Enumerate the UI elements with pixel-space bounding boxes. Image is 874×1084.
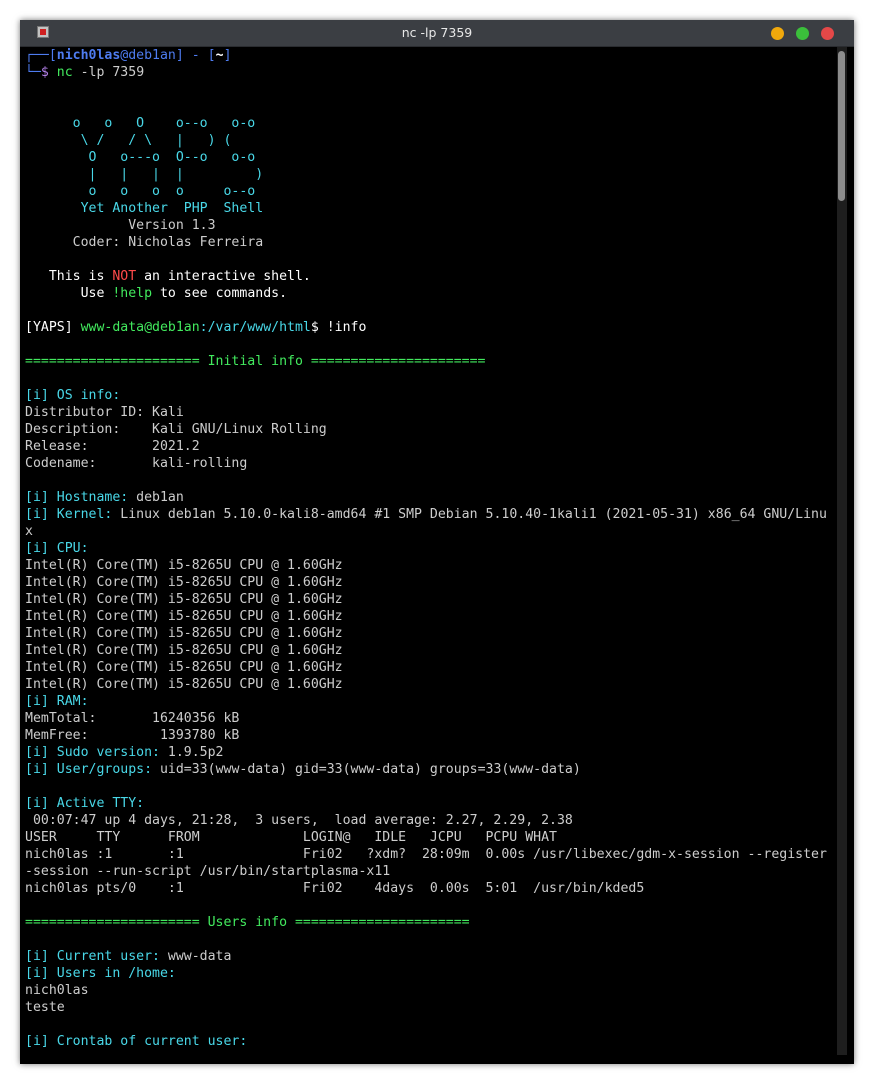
banner-art-line: o o o o o--o <box>25 184 256 199</box>
scrollbar-thumb[interactable] <box>838 51 845 201</box>
initial-info-header: ====================== Initial info ====… <box>25 354 486 369</box>
help-hint: Use !help to see commands. <box>25 286 288 301</box>
banner-title: Yet Another PHP Shell <box>25 201 264 216</box>
groups-line: [i] User/groups: uid=33(www-data) gid=33… <box>25 762 581 777</box>
home-user: nich0las <box>25 983 89 998</box>
cpu-line: Intel(R) Core(TM) i5-8265U CPU @ 1.60GHz <box>25 609 343 624</box>
kernel-line: [i] Kernel: Linux deb1an 5.10.0-kali8-am… <box>25 507 827 522</box>
cpu-line: Intel(R) Core(TM) i5-8265U CPU @ 1.60GHz <box>25 575 343 590</box>
tty-line: 00:07:47 up 4 days, 21:28, 3 users, load… <box>25 813 573 828</box>
tty-line: -session --run-script /usr/bin/startplas… <box>25 864 391 879</box>
kernel-line-wrap: x <box>25 524 33 539</box>
maximize-button[interactable] <box>796 27 809 40</box>
users-info-header: ====================== Users info ======… <box>25 915 470 930</box>
tty-line: nich0las pts/0 :1 Fri02 4days 0.00s 5:01… <box>25 881 645 896</box>
title-bar[interactable]: nc -lp 7359 <box>20 20 854 47</box>
current-user-line: [i] Current user: www-data <box>25 949 232 964</box>
shell-notice: This is NOT an interactive shell. <box>25 269 311 284</box>
yaps-prompt: [YAPS] www-data@deb1an:/var/www/html$ !i… <box>25 320 367 335</box>
sudo-line: [i] Sudo version: 1.9.5p2 <box>25 745 224 760</box>
os-info-line: Release: 2021.2 <box>25 439 200 454</box>
shell-prompt-line-2: └─$ nc -lp 7359 <box>25 65 145 80</box>
ram-line: MemFree: 1393780 kB <box>25 728 240 743</box>
close-button[interactable] <box>821 27 834 40</box>
os-info-line: Codename: kali-rolling <box>25 456 248 471</box>
cpu-label: [i] CPU: <box>25 541 89 556</box>
banner-art-line: \ / / \ | ) ( <box>25 133 232 148</box>
banner-art-line: | | | | ) <box>25 167 264 182</box>
tty-line: nich0las :1 :1 Fri02 ?xdm? 28:09m 0.00s … <box>25 847 827 862</box>
banner-art-line: o o O o--o o-o <box>25 116 256 131</box>
ram-label: [i] RAM: <box>25 694 89 709</box>
cpu-line: Intel(R) Core(TM) i5-8265U CPU @ 1.60GHz <box>25 592 343 607</box>
tty-line: USER TTY FROM LOGIN@ IDLE JCPU PCPU WHAT <box>25 830 557 845</box>
cpu-line: Intel(R) Core(TM) i5-8265U CPU @ 1.60GHz <box>25 626 343 641</box>
os-info-line: Description: Kali GNU/Linux Rolling <box>25 422 327 437</box>
tty-label: [i] Active TTY: <box>25 796 145 811</box>
terminal-window: nc -lp 7359 ┌──[nich0las@deb1an] - [~] └… <box>20 20 854 1064</box>
cpu-line: Intel(R) Core(TM) i5-8265U CPU @ 1.60GHz <box>25 660 343 675</box>
vertical-scrollbar[interactable] <box>837 47 847 1055</box>
minimize-button[interactable] <box>771 27 784 40</box>
banner-art-line: O o---o O--o o-o <box>25 150 256 165</box>
cpu-line: Intel(R) Core(TM) i5-8265U CPU @ 1.60GHz <box>25 677 343 692</box>
terminal-output[interactable]: ┌──[nich0las@deb1an] - [~] └─$ nc -lp 73… <box>25 47 837 1055</box>
banner-version: Version 1.3 <box>25 218 216 233</box>
cpu-line: Intel(R) Core(TM) i5-8265U CPU @ 1.60GHz <box>25 558 343 573</box>
banner-coder: Coder: Nicholas Ferreira <box>25 235 264 250</box>
os-info-line: Distributor ID: Kali <box>25 405 184 420</box>
cpu-line: Intel(R) Core(TM) i5-8265U CPU @ 1.60GHz <box>25 643 343 658</box>
os-info-label: [i] OS info: <box>25 388 121 403</box>
home-users-label: [i] Users in /home: <box>25 966 176 981</box>
window-title: nc -lp 7359 <box>401 25 473 40</box>
crontab-label: [i] Crontab of current user: <box>25 1034 248 1049</box>
ram-line: MemTotal: 16240356 kB <box>25 711 240 726</box>
shell-prompt-line-1: ┌──[nich0las@deb1an] - [~] <box>25 48 232 63</box>
hostname-line: [i] Hostname: deb1an <box>25 490 184 505</box>
home-user: teste <box>25 1000 65 1015</box>
